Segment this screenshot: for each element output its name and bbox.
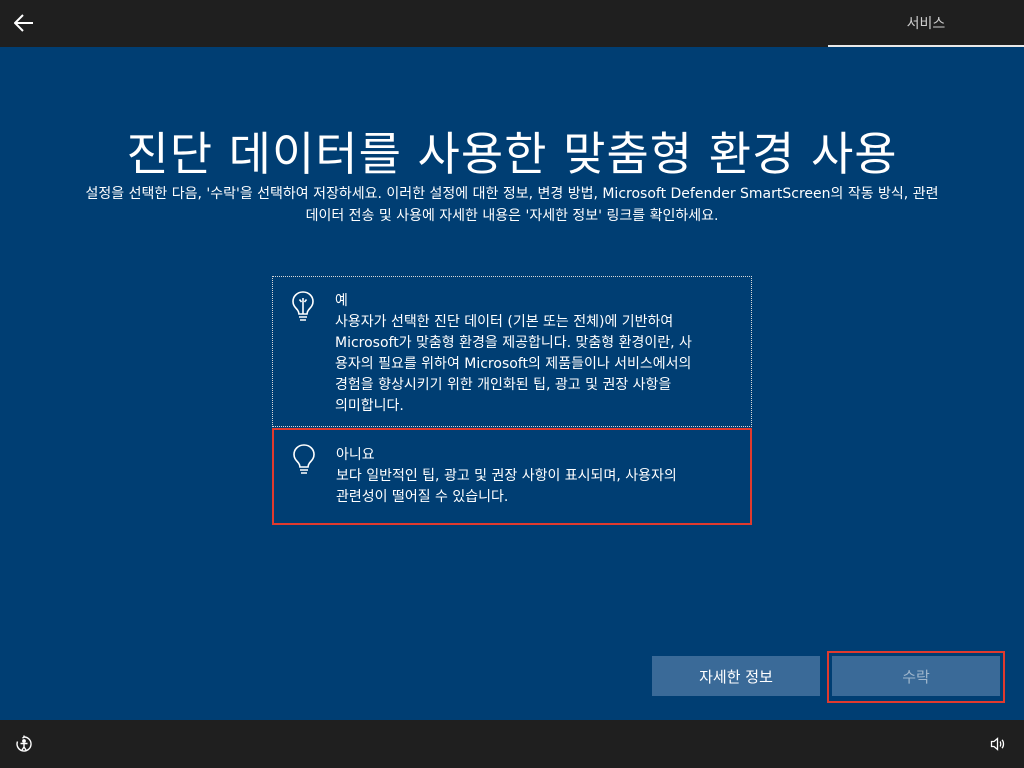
back-arrow-icon xyxy=(14,14,33,32)
page-subtitle: 설정을 선택한 다음, '수락'을 선택하여 저장하세요. 이러한 설정에 대한… xyxy=(40,183,984,227)
back-button[interactable] xyxy=(8,6,40,40)
subtitle-line-1: 설정을 선택한 다음, '수락'을 선택하여 저장하세요. 이러한 설정에 대한… xyxy=(85,186,939,202)
option-no-line-2: 관련성이 떨어질 수 있습니다. xyxy=(336,489,509,505)
option-yes-line-2: Microsoft가 맞춤형 환경을 제공합니다. 맞춤형 환경이란, 사 xyxy=(335,335,692,351)
option-yes[interactable]: 예 사용자가 선택한 진단 데이터 (기본 또는 전체)에 기반하여 Micro… xyxy=(272,276,752,427)
ease-of-access-icon xyxy=(16,735,32,752)
option-no-text: 아니요 보다 일반적인 팁, 광고 및 권장 사항이 표시되며, 사용자의 관련… xyxy=(336,445,736,508)
learn-more-button[interactable]: 자세한 정보 xyxy=(652,656,820,696)
page-title: 진단 데이터를 사용한 맞춤형 환경 사용 xyxy=(126,127,898,181)
option-yes-line-5: 의미합니다. xyxy=(335,398,404,414)
oobe-screen: 서비스 진단 데이터를 사용한 맞춤형 환경 사용 설정을 선택한 다음, '수… xyxy=(0,0,1024,768)
ease-of-access-button[interactable] xyxy=(14,734,34,754)
tab-services[interactable]: 서비스 xyxy=(828,0,1024,47)
accept-button[interactable]: 수락 xyxy=(832,656,1000,696)
lightbulb-off-icon xyxy=(293,444,315,474)
option-no-label: 아니요 xyxy=(336,447,375,463)
bottom-bar xyxy=(0,720,1024,768)
volume-button[interactable] xyxy=(988,734,1008,754)
option-yes-line-1: 사용자가 선택한 진단 데이터 (기본 또는 전체)에 기반하여 xyxy=(335,314,674,330)
lightbulb-on-icon xyxy=(292,291,314,321)
option-yes-text: 예 사용자가 선택한 진단 데이터 (기본 또는 전체)에 기반하여 Micro… xyxy=(335,291,735,417)
top-bar: 서비스 xyxy=(0,0,1024,47)
subtitle-line-2: 데이터 전송 및 사용에 자세한 내용은 '자세한 정보' 링크를 확인하세요. xyxy=(305,208,719,224)
option-no-line-1: 보다 일반적인 팁, 광고 및 권장 사항이 표시되며, 사용자의 xyxy=(336,468,677,484)
volume-icon xyxy=(990,737,1005,751)
option-yes-line-4: 경험을 향상시키기 위한 개인화된 팁, 광고 및 권장 사항을 xyxy=(335,377,672,393)
option-yes-label: 예 xyxy=(335,293,348,309)
option-yes-line-3: 용자의 필요를 위하여 Microsoft의 제품들이나 서비스에서의 xyxy=(335,356,692,372)
option-no[interactable]: 아니요 보다 일반적인 팁, 광고 및 권장 사항이 표시되며, 사용자의 관련… xyxy=(272,428,752,525)
